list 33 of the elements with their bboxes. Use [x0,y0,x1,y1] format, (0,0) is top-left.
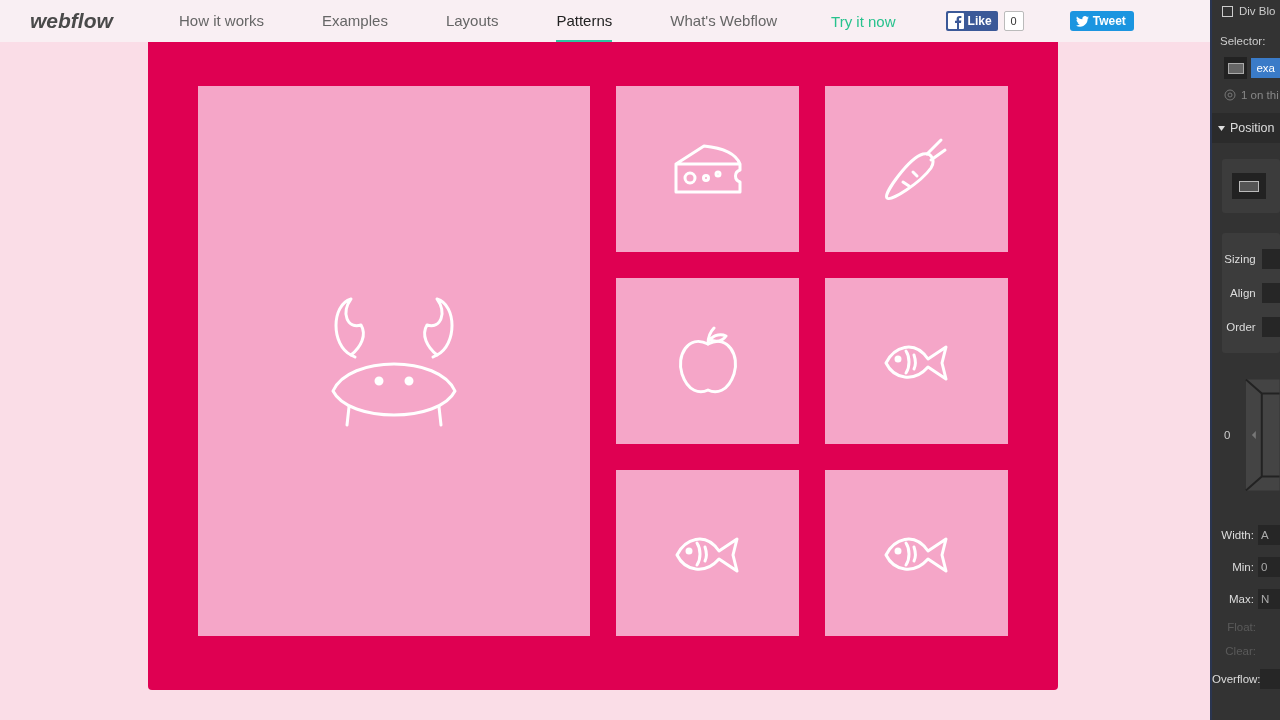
selector-label: Selector: [1220,35,1267,47]
target-icon [1224,89,1236,101]
field-label: Min: [1231,561,1254,573]
like-button[interactable]: Like [945,11,998,31]
field-label: Align [1229,287,1256,299]
block-icon [1239,180,1259,192]
nav-link[interactable]: Layouts [445,0,499,42]
input-field[interactable]: 0 [1257,557,1280,577]
caret-icon [1218,125,1225,131]
block-button[interactable] [1232,173,1266,199]
class-tag[interactable]: exa [1251,58,1280,78]
bird-icon [1075,15,1089,27]
field-label: Width: [1220,529,1254,541]
nav-link[interactable]: Examples [322,0,388,42]
nav-link[interactable]: What's Webflow [670,0,778,42]
input-field[interactable]: N [1257,589,1280,609]
element-name: Div Blo [1239,5,1276,17]
usage-count: 1 on thi [1241,89,1279,101]
checkbox[interactable] [1222,5,1233,17]
field-label: Order [1225,321,1256,333]
like-count: 0 [1003,11,1024,31]
margin-value: 0 [1224,429,1231,441]
selector-icon-button[interactable] [1224,57,1248,79]
input-field[interactable]: A [1257,525,1280,545]
field-label: Max: [1228,593,1254,605]
logo[interactable]: webflow [30,9,179,33]
facebook-icon [947,13,964,29]
element-icon [1227,62,1244,74]
nav-link[interactable]: How it works [179,0,264,42]
section-header[interactable]: Position [1212,113,1280,143]
field-label: Sizing [1223,253,1256,265]
crab-icon [329,295,459,427]
cheese-icon [673,144,742,194]
